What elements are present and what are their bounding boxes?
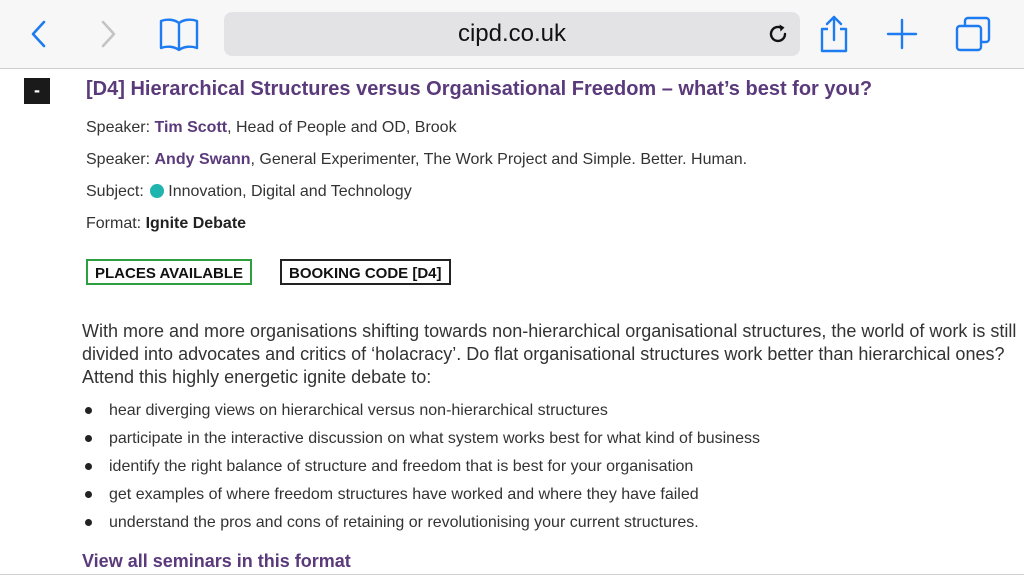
format-label: Format: [86, 215, 142, 232]
list-item: get examples of where freedom structures… [82, 483, 760, 511]
address-bar[interactable]: cipd.co.uk [224, 12, 800, 56]
speaker-1-role: , Head of People and OD, Brook [227, 119, 457, 136]
tabs-icon [955, 16, 991, 52]
plus-icon [886, 18, 918, 50]
divider [0, 574, 1024, 575]
bookmarks-button[interactable] [157, 12, 201, 56]
url-text[interactable]: cipd.co.uk [224, 12, 800, 56]
list-item: hear diverging views on hierarchical ver… [82, 399, 760, 427]
browser-toolbar: cipd.co.uk [0, 0, 1024, 69]
speaker-2-role: , General Experimenter, The Work Project… [250, 151, 748, 168]
subject-line: Subject: Innovation, Digital and Technol… [86, 183, 412, 201]
format-line: Format: Ignite Debate [86, 215, 246, 233]
list-item: understand the pros and cons of retainin… [82, 511, 760, 539]
speaker-2-name-link[interactable]: Andy Swann [155, 151, 251, 168]
list-item: participate in the interactive discussio… [82, 427, 760, 455]
speaker-label: Speaker: [86, 151, 151, 168]
booking-code-badge: BOOKING CODE [D4] [280, 259, 451, 285]
view-all-seminars-link[interactable]: View all seminars in this format [82, 551, 351, 572]
subject-label: Subject: [86, 183, 144, 200]
share-button[interactable] [812, 12, 856, 56]
forward-button[interactable] [86, 12, 130, 56]
tabs-button[interactable] [951, 12, 995, 56]
chevron-left-icon [31, 20, 46, 48]
chevron-right-icon [101, 20, 116, 48]
seminar-title[interactable]: [D4] Hierarchical Structures versus Orga… [86, 78, 872, 101]
format-value: Ignite Debate [145, 215, 247, 232]
speaker-label: Speaker: [86, 119, 151, 136]
places-available-badge: PLACES AVAILABLE [86, 259, 253, 285]
back-button[interactable] [17, 12, 61, 56]
objectives-list: hear diverging views on hierarchical ver… [82, 399, 760, 539]
subject-value: Innovation, Digital and Technology [168, 183, 412, 200]
open-book-icon [159, 18, 199, 52]
collapse-button[interactable]: - [24, 78, 50, 104]
reload-button[interactable] [766, 22, 790, 46]
speaker-2-line: Speaker: Andy Swann, General Experimente… [86, 151, 747, 169]
subject-dot-icon [150, 184, 165, 198]
new-tab-button[interactable] [880, 12, 924, 56]
speaker-1-name-link[interactable]: Tim Scott [155, 119, 228, 136]
list-item: identify the right balance of structure … [82, 455, 760, 483]
share-icon [820, 15, 848, 53]
speaker-1-line: Speaker: Tim Scott, Head of People and O… [86, 119, 457, 137]
seminar-description: With more and more organisations shiftin… [82, 321, 1017, 387]
reload-icon [769, 24, 787, 43]
